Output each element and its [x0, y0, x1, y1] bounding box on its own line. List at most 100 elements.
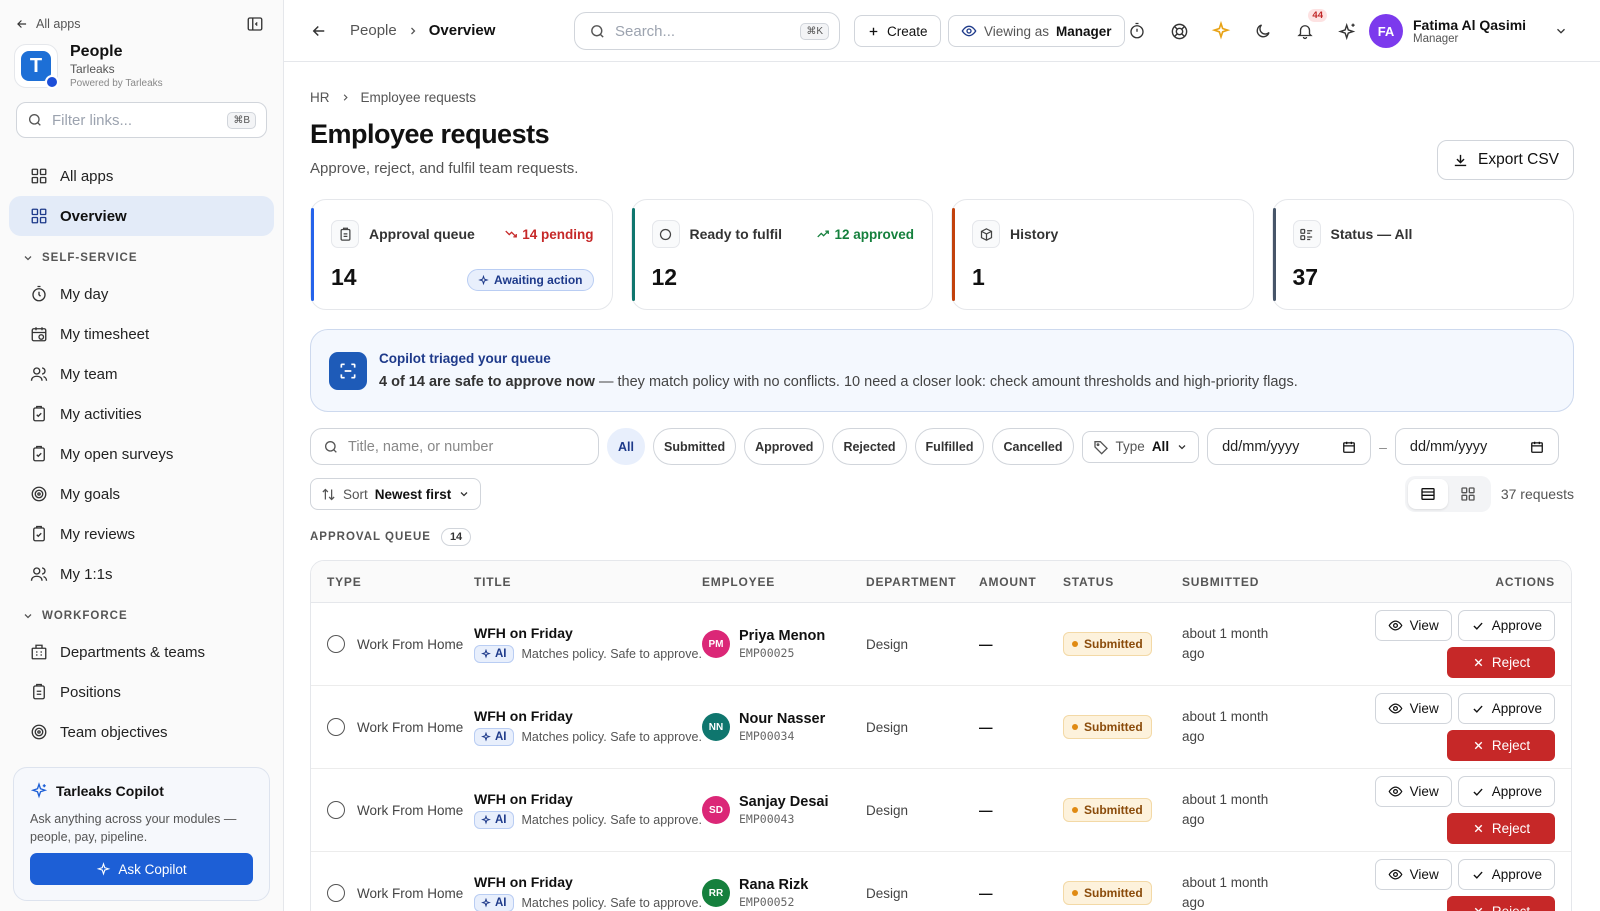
ai-badge-label: AI: [495, 731, 507, 743]
filter-chip-rejected[interactable]: Rejected: [832, 428, 907, 465]
stat-card-approval-queue[interactable]: Approval queue 14 pending 14 Awaiting ac…: [310, 199, 613, 310]
sidebar-item-team-objectives[interactable]: Team objectives: [9, 712, 274, 752]
sidebar-item-label: My goals: [60, 485, 121, 503]
stat-card-history[interactable]: History 1: [951, 199, 1254, 310]
export-csv-button[interactable]: Export CSV: [1437, 140, 1574, 180]
table-row[interactable]: Work From Home WFH on Friday AI Matches …: [311, 603, 1571, 686]
type-filter-dropdown[interactable]: Type All: [1081, 430, 1200, 463]
back-arrow-icon[interactable]: [310, 22, 328, 40]
crumb-app[interactable]: People: [350, 22, 397, 39]
sidebar-item-my-activities[interactable]: My activities: [9, 394, 274, 434]
create-button[interactable]: Create: [854, 15, 941, 47]
chevron-right-icon: [343, 94, 348, 101]
employee-name[interactable]: Sanjay Desai: [739, 794, 828, 810]
sidebar-item-my-goals[interactable]: My goals: [9, 474, 274, 514]
view-button[interactable]: View: [1374, 693, 1452, 724]
reject-button[interactable]: Reject: [1447, 813, 1555, 844]
sidebar-item-my-reviews[interactable]: My reviews: [9, 514, 274, 554]
section-workforce[interactable]: WORKFORCE: [0, 600, 283, 632]
request-type: Work From Home: [357, 885, 464, 901]
employee-name[interactable]: Priya Menon: [739, 628, 825, 644]
reject-button[interactable]: Reject: [1447, 647, 1555, 678]
table-row[interactable]: Work From Home WFH on Friday AI Matches …: [311, 686, 1571, 769]
request-type: Work From Home: [357, 802, 464, 818]
col-status[interactable]: STATUS: [1063, 575, 1182, 589]
filter-chip-all[interactable]: All: [607, 428, 645, 465]
help-icon[interactable]: [1166, 18, 1192, 44]
sidebar-item-my-day[interactable]: My day: [9, 274, 274, 314]
global-search-input[interactable]: Search... ⌘K: [574, 12, 840, 50]
filter-chip-cancelled[interactable]: Cancelled: [992, 428, 1074, 465]
sparkle-ai-icon[interactable]: [1208, 18, 1234, 44]
viewing-as-button[interactable]: Viewing as Manager: [948, 15, 1125, 47]
sort-dropdown[interactable]: Sort Newest first: [310, 478, 482, 510]
approve-button[interactable]: Approve: [1457, 610, 1555, 641]
table-view-icon[interactable]: [1407, 479, 1448, 509]
sidebar-item-all-apps[interactable]: All apps: [9, 156, 274, 196]
moon-icon[interactable]: [1250, 18, 1276, 44]
reject-button[interactable]: Reject: [1447, 730, 1555, 761]
date-from-input[interactable]: dd/mm/yyyy: [1207, 428, 1372, 465]
timer-icon[interactable]: [1124, 18, 1150, 44]
grid-view-icon[interactable]: [1448, 479, 1488, 509]
table-row[interactable]: Work From Home WFH on Friday AI Matches …: [311, 769, 1571, 852]
sidebar-item-departments-teams[interactable]: Departments & teams: [9, 632, 274, 672]
list-icon: [1292, 220, 1321, 248]
trending-up-icon: [817, 230, 830, 238]
request-title[interactable]: WFH on Friday: [474, 625, 702, 641]
sidebar-item-my-1on1s[interactable]: My 1:1s: [9, 554, 274, 594]
view-button[interactable]: View: [1374, 610, 1452, 641]
row-select-radio[interactable]: [327, 884, 345, 902]
sidebar-item-positions[interactable]: Positions: [9, 672, 274, 712]
date-to-input[interactable]: dd/mm/yyyy: [1394, 428, 1559, 465]
sparkles-icon[interactable]: [1334, 18, 1360, 44]
section-self-service[interactable]: SELF-SERVICE: [0, 242, 283, 274]
row-select-radio[interactable]: [327, 635, 345, 653]
filter-chip-submitted[interactable]: Submitted: [652, 428, 737, 465]
status-label: Submitted: [1084, 720, 1143, 734]
reject-button[interactable]: Reject: [1447, 896, 1555, 911]
col-department[interactable]: DEPARTMENT: [866, 575, 979, 589]
request-title[interactable]: WFH on Friday: [474, 708, 702, 724]
approve-button[interactable]: Approve: [1457, 859, 1555, 890]
user-menu[interactable]: FA Fatima Al Qasimi Manager: [1369, 14, 1568, 48]
all-apps-back-link[interactable]: All apps: [15, 17, 80, 31]
col-title[interactable]: TITLE: [474, 575, 702, 589]
bell-icon[interactable]: 44: [1292, 9, 1327, 44]
col-type[interactable]: TYPE: [311, 575, 474, 589]
employee-name[interactable]: Rana Rizk: [739, 877, 808, 893]
breadcrumb-current: Employee requests: [360, 90, 477, 105]
ask-copilot-button[interactable]: Ask Copilot: [30, 853, 253, 885]
view-button[interactable]: View: [1374, 859, 1452, 890]
request-type: Work From Home: [357, 636, 464, 652]
col-actions: ACTIONS: [1495, 574, 1555, 589]
breadcrumb-root[interactable]: HR: [310, 90, 330, 105]
col-submitted[interactable]: SUBMITTED: [1182, 575, 1302, 589]
approve-button[interactable]: Approve: [1457, 776, 1555, 807]
filter-chip-fulfilled[interactable]: Fulfilled: [914, 428, 985, 465]
request-title[interactable]: WFH on Friday: [474, 874, 702, 890]
row-select-radio[interactable]: [327, 718, 345, 736]
table-row[interactable]: Work From Home WFH on Friday AI Matches …: [311, 852, 1571, 911]
view-button[interactable]: View: [1374, 776, 1452, 807]
employee-name[interactable]: Nour Nasser: [739, 711, 825, 727]
sidebar-item-overview[interactable]: Overview: [9, 196, 274, 236]
request-title[interactable]: WFH on Friday: [474, 791, 702, 807]
request-search-input[interactable]: Title, name, or number: [310, 428, 599, 465]
collapse-sidebar-icon[interactable]: [246, 15, 264, 33]
stat-card-status-all[interactable]: Status — All 37: [1271, 199, 1574, 310]
col-amount[interactable]: AMOUNT: [979, 575, 1063, 589]
sidebar-item-my-open-surveys[interactable]: My open surveys: [9, 434, 274, 474]
employee-id: EMP00034: [739, 729, 795, 743]
col-employee[interactable]: EMPLOYEE: [702, 575, 866, 589]
approve-button[interactable]: Approve: [1457, 693, 1555, 724]
stat-card-ready-to-fulfil[interactable]: Ready to fulfil 12 approved 12: [630, 199, 933, 310]
sidebar-item-my-timesheet[interactable]: My timesheet: [9, 314, 274, 354]
sidebar-item-my-team[interactable]: My team: [9, 354, 274, 394]
stat-label: History: [1010, 226, 1059, 242]
plus-icon: [869, 27, 878, 35]
filter-chip-approved[interactable]: Approved: [744, 428, 825, 465]
row-select-radio[interactable]: [327, 801, 345, 819]
export-label: Export CSV: [1478, 151, 1559, 168]
filter-links-input[interactable]: Filter links... ⌘B: [16, 102, 267, 138]
